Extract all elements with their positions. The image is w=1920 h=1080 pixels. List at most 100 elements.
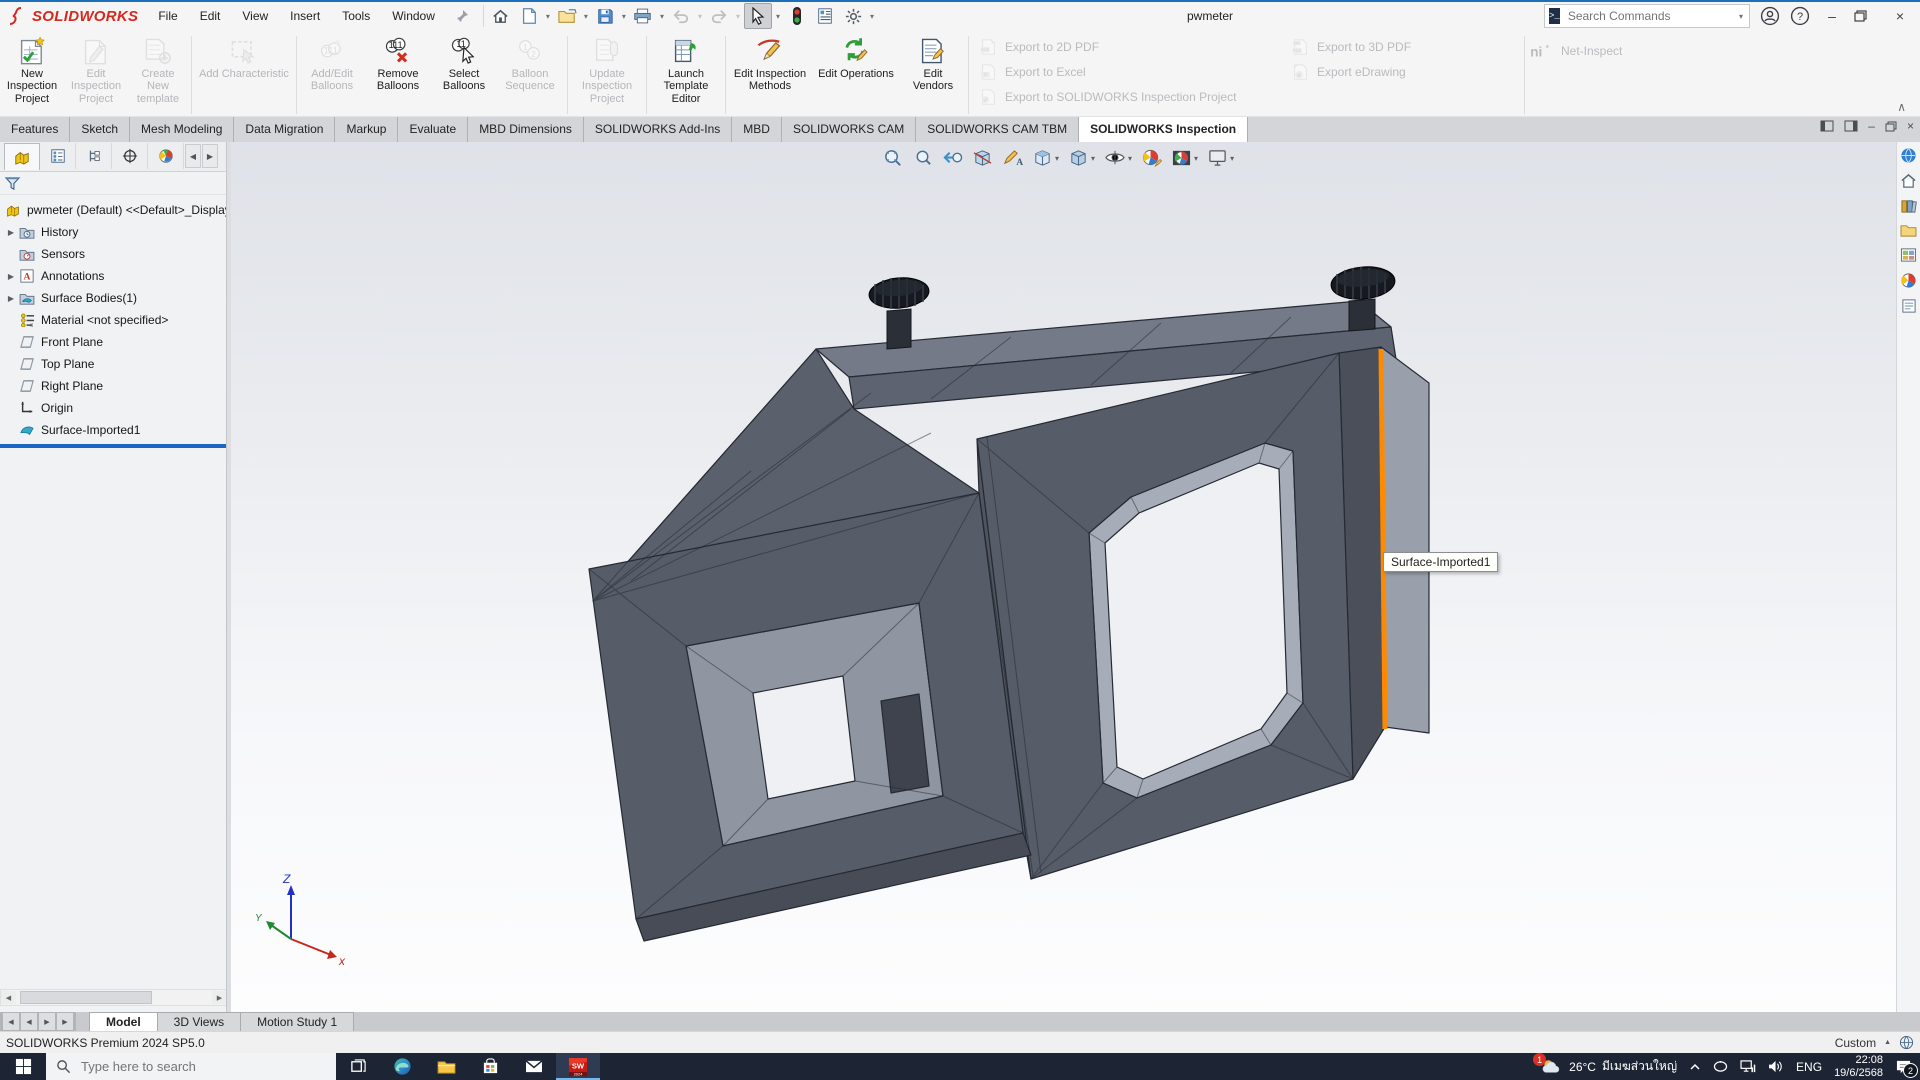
design-library-icon[interactable] — [1900, 198, 1917, 214]
doc-close-button[interactable]: × — [1907, 119, 1914, 133]
tab-mbd[interactable]: MBD — [732, 117, 782, 142]
export-to-sw-inspection-project[interactable]: Export to SOLIDWORKS Inspection Project — [978, 88, 1278, 106]
tab-markup[interactable]: Markup — [335, 117, 398, 142]
panel-horizontal-scrollbar[interactable]: ◀ ▶ — [0, 989, 226, 1006]
ribbon-edit-vendors[interactable]: Edit Vendors — [901, 34, 965, 95]
home-pane-icon[interactable] — [1900, 173, 1917, 189]
ribbon-edit-inspection-methods[interactable]: Edit Inspection Methods — [729, 34, 811, 95]
tree-root[interactable]: pwmeter (Default) <<Default>_Display — [0, 199, 226, 221]
undo-caret[interactable]: ▾ — [696, 12, 704, 21]
doc-minimize-button[interactable]: – — [1868, 119, 1875, 133]
weather-widget[interactable]: 1 26°C มีเมฆส่วนใหญ่ — [1541, 1057, 1677, 1076]
open-document-caret[interactable]: ▾ — [582, 12, 590, 21]
zoom-fit-button[interactable] — [879, 146, 906, 170]
undo-button[interactable] — [668, 4, 694, 28]
tree-item-annotations[interactable]: ▶ A Annotations — [0, 265, 226, 287]
dimxpert-manager-tab[interactable] — [113, 143, 148, 169]
configuration-manager-tab[interactable] — [77, 143, 112, 169]
motion-study-tab[interactable]: Motion Study 1 — [240, 1012, 354, 1031]
restore-button[interactable] — [1854, 10, 1878, 22]
view-settings-button[interactable]: ▾ — [1204, 146, 1237, 170]
tree-item-right-plane[interactable]: Right Plane — [0, 375, 226, 397]
ribbon-create-new-template[interactable]: Create New template — [128, 34, 188, 107]
expand-icon[interactable]: ▶ — [4, 272, 18, 281]
export-to-excel[interactable]: X Export to Excel — [978, 63, 1278, 81]
pane-right-icon[interactable] — [1844, 120, 1858, 132]
net-inspect-button[interactable]: ni Net-Inspect — [1528, 34, 1622, 60]
view-palette-icon[interactable] — [1900, 247, 1917, 263]
tab-mbd-dimensions[interactable]: MBD Dimensions — [468, 117, 584, 142]
ribbon-edit-inspection-project[interactable]: Edit Inspection Project — [64, 34, 128, 107]
tab-evaluate[interactable]: Evaluate — [398, 117, 468, 142]
scrollbar-thumb[interactable] — [20, 991, 152, 1004]
first-tab-button[interactable]: ◀ — [0, 1012, 20, 1031]
ribbon-edit-operations[interactable]: Edit Operations — [811, 34, 901, 82]
taskbar-search[interactable] — [46, 1053, 336, 1080]
tab-sketch[interactable]: Sketch — [70, 117, 130, 142]
edit-appearance-button[interactable] — [1138, 146, 1165, 170]
model-3d-view[interactable]: Z x Y — [231, 141, 1920, 1012]
microsoft-store-button[interactable] — [468, 1053, 512, 1080]
options-gear-button[interactable] — [840, 4, 866, 28]
ribbon-update-inspection-project[interactable]: Update Inspection Project — [571, 34, 643, 107]
redo-button[interactable] — [706, 4, 732, 28]
ribbon-new-inspection-project[interactable]: New Inspection Project — [0, 34, 64, 107]
display-manager-tab[interactable] — [149, 143, 184, 169]
pin-menu-icon[interactable] — [455, 9, 469, 23]
search-caret[interactable]: ▾ — [1737, 12, 1745, 21]
ribbon-add-edit-balloons[interactable]: 111 Add/Edit Balloons — [300, 34, 364, 95]
edge-browser-button[interactable] — [380, 1053, 424, 1080]
property-manager-tab[interactable] — [41, 143, 76, 169]
command-search-input[interactable] — [1566, 8, 1725, 24]
tree-item-origin[interactable]: Origin — [0, 397, 226, 419]
section-view-button[interactable] — [969, 146, 996, 170]
export-edrawing[interactable]: e Export eDrawing — [1290, 63, 1515, 81]
meet-now-icon[interactable] — [1713, 1060, 1728, 1073]
doc-restore-button[interactable] — [1885, 121, 1897, 132]
open-document-button[interactable] — [554, 4, 580, 28]
home-button[interactable] — [488, 4, 514, 28]
redo-caret[interactable]: ▾ — [734, 12, 742, 21]
expand-icon[interactable]: ▶ — [4, 294, 18, 303]
featuremanager-tree-tab[interactable] — [4, 143, 40, 170]
tab-solidworks-addins[interactable]: SOLIDWORKS Add-Ins — [584, 117, 732, 142]
tab-mesh-modeling[interactable]: Mesh Modeling — [130, 117, 234, 142]
last-tab-button[interactable]: ▶ — [56, 1012, 76, 1031]
tab-features[interactable]: Features — [0, 117, 70, 142]
zoom-area-button[interactable] — [909, 146, 936, 170]
fm-tabs-scroll-right[interactable]: ▶ — [202, 144, 218, 168]
save-caret[interactable]: ▾ — [620, 12, 628, 21]
tree-item-sensors[interactable]: Sensors — [0, 243, 226, 265]
export-to-3d-pdf[interactable]: 3DPDF Export to 3D PDF — [1290, 38, 1515, 56]
apply-scene-button[interactable]: ▾ — [1168, 146, 1201, 170]
ribbon-collapse-chevron[interactable]: ∧ — [1897, 100, 1906, 114]
menu-file[interactable]: File — [148, 5, 187, 27]
solidworks-app-button[interactable]: SW2024 — [556, 1053, 600, 1080]
export-to-2d-pdf[interactable]: PDF Export to 2D PDF — [978, 38, 1278, 56]
menu-insert[interactable]: Insert — [280, 5, 330, 27]
close-button[interactable]: × — [1888, 8, 1912, 24]
volume-icon[interactable] — [1768, 1060, 1784, 1073]
tree-item-front-plane[interactable]: Front Plane — [0, 331, 226, 353]
ribbon-add-characteristic[interactable]: Add Characteristic — [195, 34, 293, 82]
tree-item-surface-imported1[interactable]: Surface-Imported1 — [0, 419, 226, 441]
help-icon[interactable]: ? — [1790, 6, 1810, 26]
view-orientation-button[interactable]: ▾ — [1029, 146, 1062, 170]
network-icon[interactable] — [1740, 1060, 1756, 1073]
new-document-button[interactable] — [516, 4, 542, 28]
tab-solidworks-cam-tbm[interactable]: SOLIDWORKS CAM TBM — [916, 117, 1079, 142]
tree-item-history[interactable]: ▶ History — [0, 221, 226, 243]
status-globe-icon[interactable] — [1899, 1035, 1914, 1050]
mail-button[interactable] — [512, 1053, 556, 1080]
print-caret[interactable]: ▾ — [658, 12, 666, 21]
options-caret[interactable]: ▾ — [868, 12, 876, 21]
new-document-caret[interactable]: ▾ — [544, 12, 552, 21]
taskbar-search-input[interactable] — [79, 1058, 283, 1075]
menu-tools[interactable]: Tools — [332, 5, 380, 27]
select-tool-caret[interactable]: ▾ — [774, 12, 782, 21]
select-tool-button[interactable] — [744, 3, 772, 29]
start-button[interactable] — [0, 1053, 46, 1080]
ribbon-select-balloons[interactable]: 11 Select Balloons — [432, 34, 496, 95]
minimize-button[interactable]: – — [1820, 8, 1844, 24]
ribbon-balloon-sequence[interactable]: 12 Balloon Sequence — [496, 34, 564, 95]
